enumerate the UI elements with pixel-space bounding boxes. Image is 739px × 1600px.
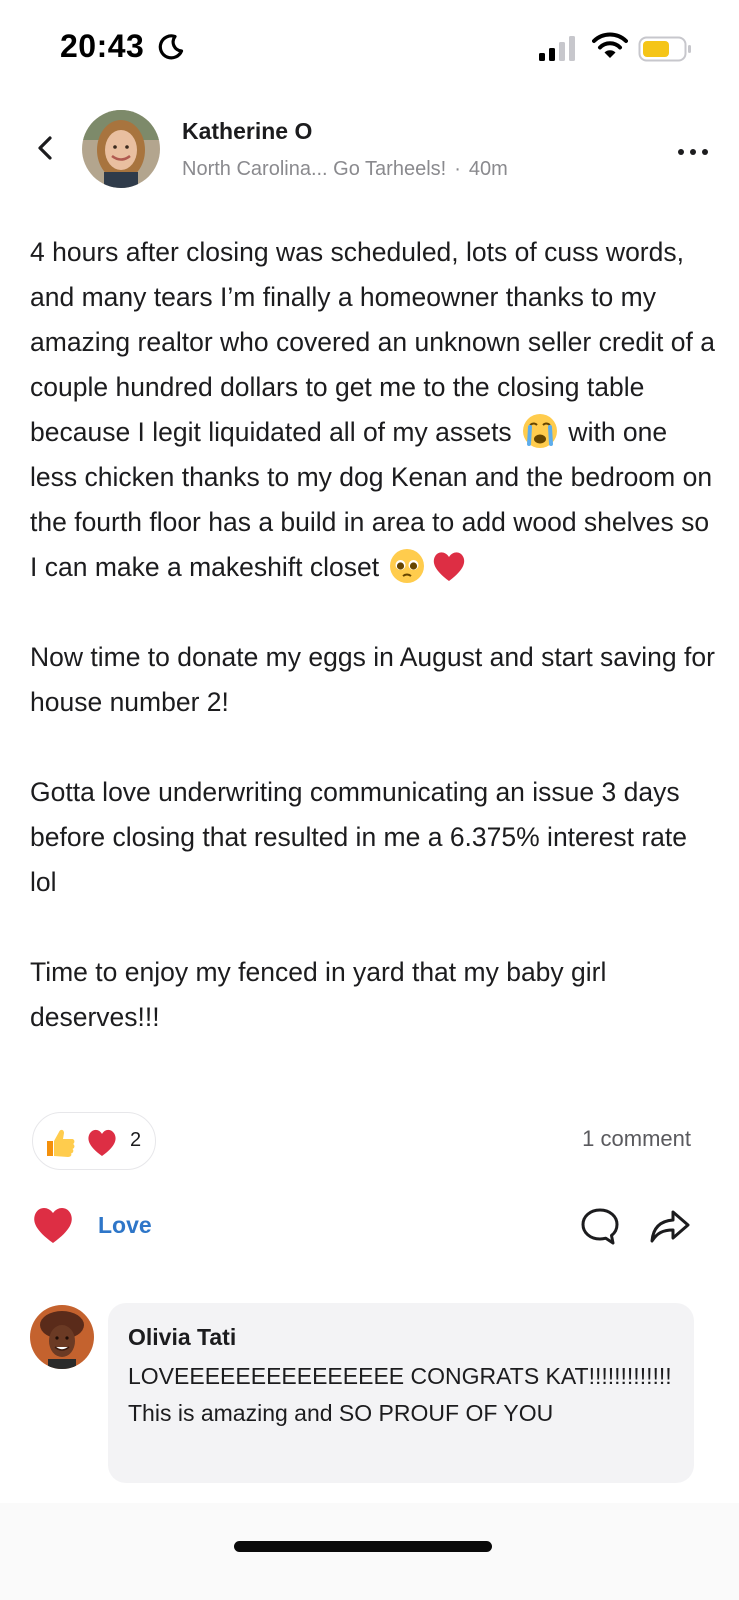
post-text: 4 hours after closing was scheduled, lot… xyxy=(30,237,715,447)
post-time: 40m xyxy=(468,158,508,180)
love-label: Love xyxy=(98,1212,152,1238)
pleading-face-emoji-icon xyxy=(390,549,425,583)
wifi-icon xyxy=(592,32,628,58)
battery-icon xyxy=(638,36,691,62)
post-paragraph: Gotta love underwriting communicating an… xyxy=(30,777,687,897)
home-indicator[interactable] xyxy=(234,1541,492,1552)
crying-face-emoji-icon xyxy=(523,414,558,448)
author-avatar-image xyxy=(82,110,160,188)
comment-count-link[interactable]: 1 comment xyxy=(582,1126,691,1152)
author-avatar[interactable] xyxy=(82,110,160,188)
author-meta: North Carolina... Go Tarheels! · 40m xyxy=(182,158,508,181)
more-options-icon[interactable] xyxy=(676,140,710,164)
commenter-avatar-image xyxy=(30,1305,94,1369)
post-body: 4 hours after closing was scheduled, lot… xyxy=(30,230,720,1040)
post-paragraph: 4 hours after closing was scheduled, lot… xyxy=(30,230,720,590)
red-heart-emoji-icon xyxy=(434,552,465,581)
status-time: 20:43 xyxy=(60,28,145,64)
heart-icon xyxy=(34,1207,72,1243)
author-name[interactable]: Katherine O xyxy=(182,118,312,145)
comment-text: LOVEEEEEEEEEEEEEEE CONGRATS KAT!!!!!!!!!… xyxy=(128,1363,672,1426)
thumbs-up-icon xyxy=(47,1129,75,1157)
post-paragraph: Time to enjoy my fenced in yard that my … xyxy=(30,957,607,1032)
signal-icon xyxy=(539,36,575,61)
reaction-count: 2 xyxy=(130,1129,142,1151)
post-paragraph: Now time to donate my eggs in August and… xyxy=(30,642,715,717)
back-chevron-icon[interactable] xyxy=(30,130,60,166)
comment-icon[interactable] xyxy=(578,1205,622,1247)
author-location: North Carolina... Go Tarheels! xyxy=(182,158,447,180)
commenter-name[interactable]: Olivia Tati xyxy=(128,1324,236,1351)
share-icon[interactable] xyxy=(648,1206,692,1246)
meta-separator: · xyxy=(454,158,461,180)
status-bar: 20:43 xyxy=(0,0,739,96)
love-button[interactable]: Love xyxy=(30,1200,190,1250)
commenter-avatar[interactable] xyxy=(30,1305,94,1369)
moon-icon xyxy=(158,34,184,60)
heart-reaction-icon xyxy=(88,1129,116,1156)
